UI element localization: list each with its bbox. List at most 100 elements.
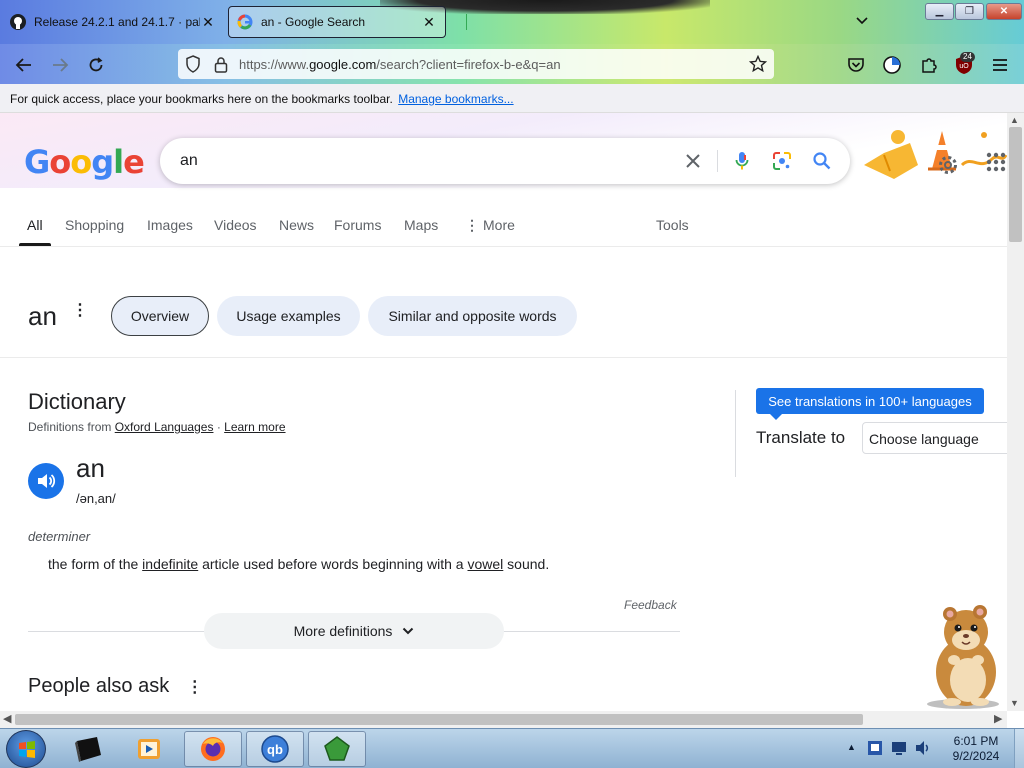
taskbar-green-pentagon-app[interactable] [308, 731, 366, 767]
scroll-up-arrow-icon[interactable]: ▲ [1010, 115, 1019, 125]
google-apps-grid-icon[interactable] [985, 151, 1007, 178]
volume-icon[interactable] [914, 739, 932, 760]
chevron-down-icon [402, 627, 414, 635]
system-tray: ▲ 6:01 PM 9/2/2024 [840, 729, 1024, 768]
search-icon[interactable] [811, 150, 833, 172]
scroll-left-arrow-icon[interactable]: ◀ [3, 712, 11, 725]
headword: an [76, 453, 105, 483]
tracking-protection-shield-icon[interactable] [184, 55, 202, 73]
chip-overview[interactable]: Overview [111, 296, 209, 336]
dictionary-source: Definitions from Oxford Languages · Lear… [28, 420, 286, 434]
network-icon[interactable] [890, 739, 908, 760]
close-window-button[interactable]: ✕ [986, 3, 1022, 20]
scroll-down-arrow-icon[interactable]: ▼ [1010, 698, 1019, 708]
manage-bookmarks-link[interactable]: Manage bookmarks... [398, 92, 513, 106]
taskbar-media-player-app[interactable] [120, 731, 178, 767]
pronunciation-speaker-icon[interactable] [28, 463, 64, 499]
more-options-icon[interactable]: ⋮ [187, 679, 203, 696]
hamster-desktop-pet[interactable] [918, 600, 1007, 710]
people-also-ask-label: People also ask [28, 675, 170, 697]
feedback-link[interactable]: Feedback [624, 598, 677, 612]
show-desktop-button[interactable] [1014, 729, 1024, 768]
vowel-link[interactable]: vowel [468, 556, 504, 572]
tray-flag-icon[interactable] [866, 739, 884, 760]
source-separator: · [216, 420, 221, 434]
horizontal-scroll-thumb[interactable] [15, 714, 863, 725]
learn-more-link[interactable]: Learn more [224, 420, 285, 434]
show-hidden-icons-icon[interactable]: ▲ [847, 742, 856, 752]
forward-icon[interactable] [48, 53, 72, 77]
vertical-scroll-thumb[interactable] [1009, 127, 1022, 242]
reload-icon[interactable] [84, 53, 108, 77]
close-tab-icon[interactable]: ✕ [200, 14, 216, 31]
tab-forums[interactable]: Forums [334, 217, 381, 233]
system-clock[interactable]: 6:01 PM 9/2/2024 [950, 734, 1002, 764]
word-heading: an [28, 301, 57, 331]
google-lens-icon[interactable] [771, 150, 793, 172]
tab-videos[interactable]: Videos [214, 217, 257, 233]
navigation-toolbar: https://www.google.com/search?client=fir… [0, 44, 1024, 84]
word-overview-header: an ⋮ Overview Usage examples Similar and… [0, 263, 1007, 358]
page-viewport: Google an All Shopping Images Videos New… [0, 113, 1007, 711]
vertical-scrollbar[interactable]: ▲ ▼ [1007, 113, 1024, 711]
lock-icon[interactable] [212, 55, 230, 73]
bookmark-star-icon[interactable] [749, 55, 767, 73]
svg-text:qb: qb [267, 742, 283, 757]
clock-time: 6:01 PM [953, 734, 999, 748]
list-all-tabs-icon[interactable] [856, 14, 868, 28]
url-text: https://www.google.com/search?client=fir… [239, 56, 561, 72]
start-button[interactable] [6, 730, 46, 768]
definition-text: the form of the indefinite article used … [48, 556, 549, 572]
pocket-icon[interactable] [845, 54, 867, 76]
language-select[interactable]: Choose language [862, 422, 1007, 454]
taskbar-firefox-app[interactable] [184, 731, 242, 767]
tab-maps[interactable]: Maps [404, 217, 438, 233]
clock-date: 9/2/2024 [952, 749, 1000, 763]
account-sync-icon[interactable] [881, 54, 903, 76]
address-bar[interactable]: https://www.google.com/search?client=fir… [178, 49, 774, 79]
more-definitions-label: More definitions [293, 623, 393, 639]
taskbar-terminal-app[interactable] [60, 731, 118, 767]
source-prefix: Definitions from [28, 420, 112, 434]
dictionary-title: Dictionary [28, 389, 126, 414]
chip-similar-opposite[interactable]: Similar and opposite words [368, 296, 577, 336]
close-tab-icon[interactable]: ✕ [421, 14, 437, 31]
google-icon [237, 14, 253, 30]
tools-button[interactable]: Tools [656, 217, 689, 233]
voice-search-mic-icon[interactable] [731, 150, 753, 172]
more-options-icon[interactable]: ⋮ [72, 303, 88, 319]
oxford-languages-link[interactable]: Oxford Languages [115, 420, 214, 434]
more-vert-icon: ⋮ [465, 217, 479, 233]
search-input[interactable]: an [180, 152, 198, 170]
tab-github-release[interactable]: Release 24.2.1 and 24.1.7 · pal10 ✕ [2, 6, 224, 38]
minimize-button[interactable]: ▁ [925, 3, 954, 20]
scroll-right-arrow-icon[interactable]: ▶ [994, 712, 1002, 725]
part-of-speech: determiner [28, 529, 91, 544]
chip-usage-examples[interactable]: Usage examples [217, 296, 360, 336]
search-box[interactable]: an [160, 138, 850, 184]
extensions-puzzle-icon[interactable] [918, 54, 940, 76]
translate-divider [735, 390, 736, 477]
tab-more[interactable]: ⋮ More [465, 217, 515, 234]
back-icon[interactable] [12, 53, 36, 77]
windows-taskbar: qb ▲ 6:01 PM 9/2/2024 [0, 728, 1024, 768]
taskbar-qbittorrent-app[interactable]: qb [246, 731, 304, 767]
tab-all[interactable]: All [19, 217, 50, 246]
more-definitions-button[interactable]: More definitions [204, 613, 504, 649]
google-doodle-logo[interactable]: Google [24, 143, 145, 181]
tab-news[interactable]: News [279, 217, 314, 233]
menu-hamburger-icon[interactable] [989, 54, 1011, 76]
restore-button[interactable]: ❐ [955, 3, 984, 20]
tab-images[interactable]: Images [147, 217, 193, 233]
people-also-ask-heading: People also ask ⋮ [28, 675, 203, 698]
clear-search-icon[interactable] [682, 150, 704, 172]
tab-google-search[interactable]: an - Google Search ✕ [228, 6, 446, 38]
bookmarks-hint-text: For quick access, place your bookmarks h… [10, 92, 393, 106]
indefinite-link[interactable]: indefinite [142, 556, 198, 572]
tab-shopping[interactable]: Shopping [65, 217, 124, 233]
horizontal-scrollbar[interactable]: ◀ ▶ [0, 711, 1007, 728]
pronunciation-text: /ən,an/ [76, 491, 116, 506]
see-translations-button[interactable]: See translations in 100+ languages [756, 388, 984, 420]
settings-gear-icon[interactable] [936, 153, 960, 182]
extension-badge-count: 24 [960, 52, 975, 62]
